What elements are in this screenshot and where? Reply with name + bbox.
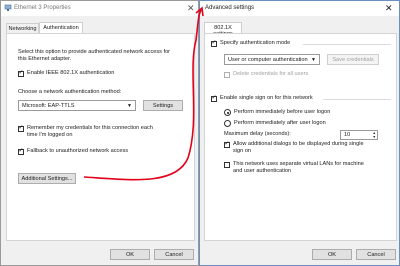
fallback-checkbox[interactable] bbox=[18, 147, 24, 155]
max-delay-label: Maximum delay (seconds): bbox=[224, 131, 291, 137]
chevron-down-icon: ▼ bbox=[311, 57, 316, 63]
before-logon-radio[interactable] bbox=[224, 109, 231, 116]
window-title: Ethernet 3 Properties bbox=[14, 5, 71, 11]
before-logon-label: Perform immediately before user logon bbox=[234, 109, 331, 115]
delete-credentials-checkbox[interactable] bbox=[224, 72, 230, 78]
authentication-panel: Select this option to provide authentica… bbox=[6, 33, 195, 241]
additional-settings-button[interactable]: Additional Settings... bbox=[18, 173, 76, 184]
max-delay-input[interactable]: 10 ▲ ▼ bbox=[340, 130, 378, 140]
description-line-2: this Ethernet adapter. bbox=[18, 56, 72, 62]
delete-credentials-label: Delete credentials for all users bbox=[233, 71, 309, 77]
title-bar: Advanced settings ✕ bbox=[200, 1, 399, 16]
allow-dialogs-line-2: sign on bbox=[233, 148, 252, 154]
enable-8021x-checkbox[interactable] bbox=[18, 69, 24, 77]
advanced-settings-window: Advanced settings ✕ 802.1X settings Spec… bbox=[199, 0, 400, 266]
cancel-button[interactable]: Cancel bbox=[356, 249, 396, 260]
separate-vlans-line-1: This network uses separate virtual LANs … bbox=[233, 161, 364, 167]
ethernet-properties-window: Ethernet 3 Properties ✕ Networking Authe… bbox=[0, 0, 199, 266]
auth-method-dropdown[interactable]: Microsoft: EAP-TTLS ▼ bbox=[18, 100, 136, 111]
remember-credentials-line-1: Remember my credentials for this connect… bbox=[27, 125, 153, 131]
separate-vlans-checkbox[interactable] bbox=[224, 162, 230, 168]
enable-8021x-label: Enable IEEE 802.1X authentication bbox=[27, 70, 115, 76]
allow-dialogs-line-1: Allow additional dialogs to be displayed… bbox=[233, 141, 364, 147]
fallback-label: Fallback to unauthorized network access bbox=[27, 148, 129, 154]
save-credentials-button[interactable]: Save credentials bbox=[327, 54, 379, 65]
close-icon[interactable]: ✕ bbox=[187, 3, 195, 13]
auth-mode-dropdown[interactable]: User or computer authentication ▼ bbox=[224, 54, 320, 65]
auth-mode-value: User or computer authentication bbox=[228, 57, 308, 63]
chevron-down-icon: ▼ bbox=[127, 103, 132, 109]
divider bbox=[303, 44, 391, 45]
specify-mode-label: Specify authentication mode bbox=[220, 40, 291, 46]
window-title: Advanced settings bbox=[205, 5, 255, 11]
enable-sso-label: Enable single sign on for this network bbox=[220, 95, 313, 101]
ok-button[interactable]: OK bbox=[110, 249, 150, 260]
after-logon-label: Perform immediately after user logon bbox=[234, 120, 326, 126]
specify-mode-checkbox[interactable] bbox=[211, 39, 217, 47]
ok-button[interactable]: OK bbox=[312, 249, 352, 260]
cancel-button[interactable]: Cancel bbox=[154, 249, 194, 260]
settings-button[interactable]: Settings bbox=[143, 100, 183, 111]
allow-dialogs-checkbox[interactable] bbox=[224, 140, 230, 148]
enable-sso-checkbox[interactable] bbox=[211, 94, 217, 102]
8021x-settings-panel: Specify authentication mode User or comp… bbox=[204, 33, 397, 241]
separate-vlans-line-2: and user authentication bbox=[233, 168, 292, 174]
divider bbox=[323, 99, 391, 100]
max-delay-value: 10 bbox=[344, 132, 351, 138]
title-bar: Ethernet 3 Properties ✕ bbox=[1, 1, 198, 16]
method-label: Choose a network authentication method: bbox=[18, 89, 122, 95]
remember-credentials-line-2: time I'm logged on bbox=[27, 132, 73, 138]
description-line-1: Select this option to provide authentica… bbox=[18, 49, 171, 55]
close-icon[interactable]: ✕ bbox=[385, 3, 393, 13]
auth-method-value: Microsoft: EAP-TTLS bbox=[22, 103, 75, 109]
after-logon-radio[interactable] bbox=[224, 120, 231, 127]
spinner-arrows-icon[interactable]: ▲ ▼ bbox=[373, 131, 376, 139]
network-adapter-icon bbox=[4, 4, 12, 12]
remember-credentials-checkbox[interactable] bbox=[18, 124, 24, 132]
